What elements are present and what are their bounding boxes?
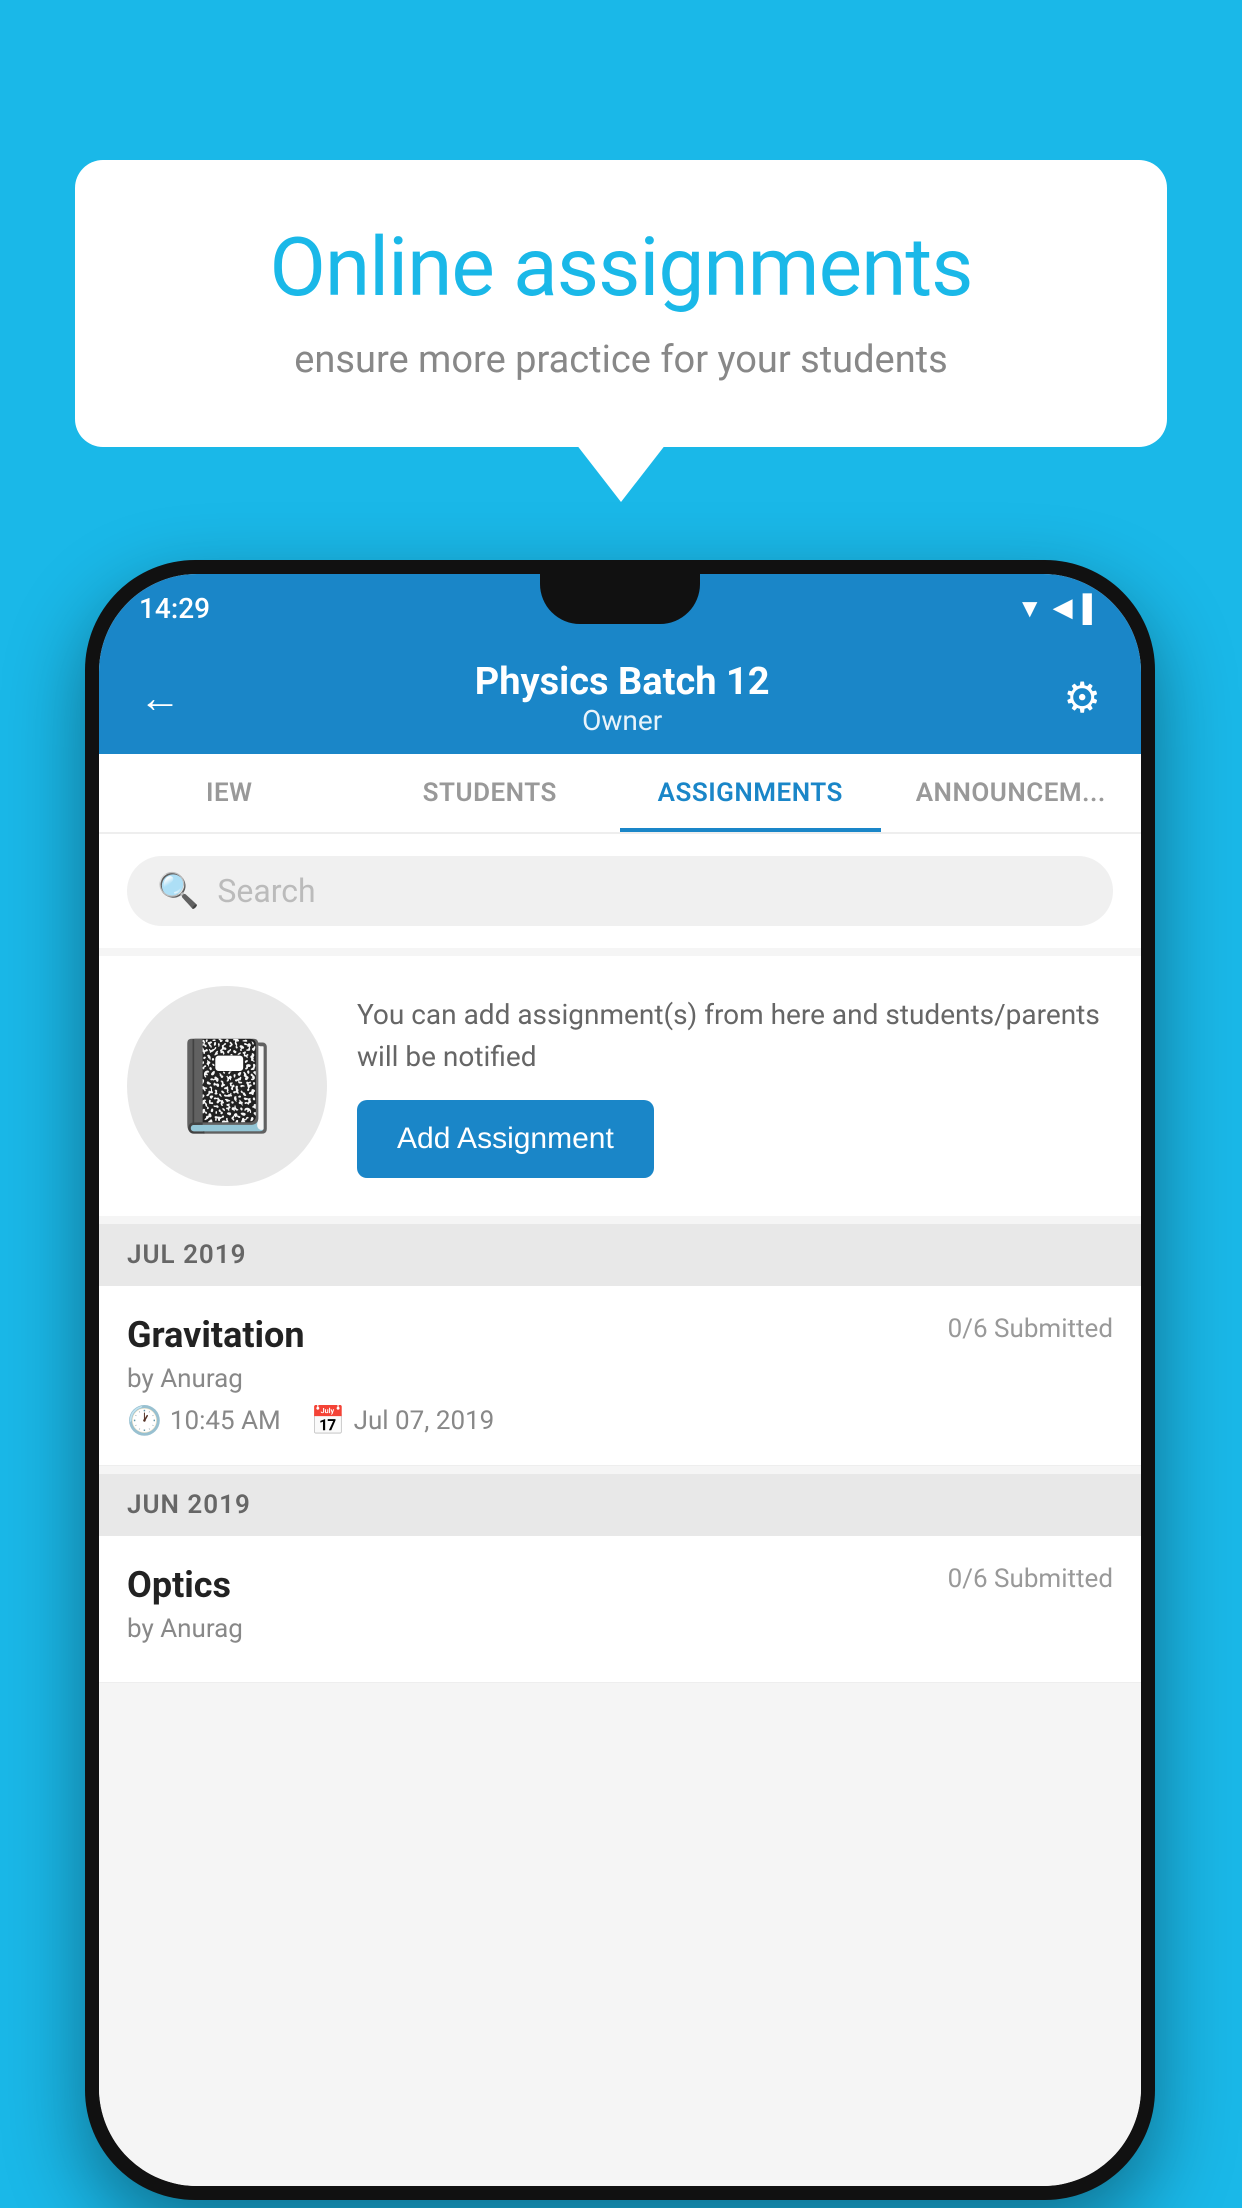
calendar-icon: 📅: [311, 1404, 346, 1437]
search-icon: 🔍: [157, 871, 199, 911]
battery-icon: ▌: [1083, 593, 1101, 624]
status-bar: 14:29 ▼ ◀ ▌: [99, 574, 1141, 642]
assignment-item-optics[interactable]: Optics 0/6 Submitted by Anurag: [99, 1536, 1141, 1683]
assignment-name-optics: Optics: [127, 1564, 231, 1606]
assignment-time: 10:45 AM: [170, 1406, 281, 1436]
promo-text: You can add assignment(s) from here and …: [357, 994, 1113, 1078]
back-button[interactable]: ←: [139, 674, 181, 723]
phone-screen: 14:29 ▼ ◀ ▌ ← Physics Batch 12 Owner ⚙: [99, 574, 1141, 2186]
assignment-details: 🕐 10:45 AM 📅 Jul 07, 2019: [127, 1404, 1113, 1437]
assignment-row-top: Gravitation 0/6 Submitted: [127, 1314, 1113, 1356]
speech-bubble-container: Online assignments ensure more practice …: [75, 160, 1167, 447]
header-center: Physics Batch 12 Owner: [475, 660, 770, 737]
section-header-jun: JUN 2019: [99, 1474, 1141, 1536]
time-detail: 🕐 10:45 AM: [127, 1404, 281, 1437]
notch: [540, 574, 700, 624]
tabs-container: IEW STUDENTS ASSIGNMENTS ANNOUNCEM...: [99, 754, 1141, 834]
settings-icon[interactable]: ⚙: [1063, 673, 1101, 723]
search-bar[interactable]: 🔍 Search: [127, 856, 1113, 926]
search-container: 🔍 Search: [99, 834, 1141, 948]
tab-announcements[interactable]: ANNOUNCEM...: [881, 754, 1142, 832]
header-subtitle: Owner: [475, 704, 770, 737]
assignment-row-top-optics: Optics 0/6 Submitted: [127, 1564, 1113, 1606]
header-title: Physics Batch 12: [475, 660, 770, 704]
app-header: ← Physics Batch 12 Owner ⚙: [99, 642, 1141, 754]
assignment-meta: by Anurag: [127, 1364, 1113, 1394]
promo-right: You can add assignment(s) from here and …: [357, 994, 1113, 1178]
promo-section: 📓 You can add assignment(s) from here an…: [99, 956, 1141, 1216]
tab-students[interactable]: STUDENTS: [360, 754, 621, 832]
assignment-meta-optics: by Anurag: [127, 1614, 1113, 1644]
tab-iew[interactable]: IEW: [99, 754, 360, 832]
bubble-subtitle: ensure more practice for your students: [145, 338, 1097, 382]
assignment-item-gravitation[interactable]: Gravitation 0/6 Submitted by Anurag 🕐 10…: [99, 1286, 1141, 1466]
date-detail: 📅 Jul 07, 2019: [311, 1404, 495, 1437]
phone-wrapper: 14:29 ▼ ◀ ▌ ← Physics Batch 12 Owner ⚙: [85, 560, 1155, 2200]
submitted-badge: 0/6 Submitted: [948, 1314, 1113, 1344]
wifi-icon: ▼: [1017, 593, 1043, 624]
clock-icon: 🕐: [127, 1404, 162, 1437]
status-icons: ▼ ◀ ▌: [1017, 593, 1101, 624]
status-time: 14:29: [139, 592, 210, 625]
assignment-name: Gravitation: [127, 1314, 305, 1356]
promo-icon-circle: 📓: [127, 986, 327, 1186]
phone-outer: 14:29 ▼ ◀ ▌ ← Physics Batch 12 Owner ⚙: [85, 560, 1155, 2200]
content-area: 🔍 Search 📓 You can add assignment(s) fro…: [99, 834, 1141, 2186]
submitted-badge-optics: 0/6 Submitted: [948, 1564, 1113, 1594]
add-assignment-button[interactable]: Add Assignment: [357, 1100, 654, 1178]
tab-assignments[interactable]: ASSIGNMENTS: [620, 754, 881, 832]
section-header-jul: JUL 2019: [99, 1224, 1141, 1286]
search-placeholder: Search: [217, 872, 315, 910]
assignment-date: Jul 07, 2019: [354, 1406, 495, 1436]
bubble-title: Online assignments: [145, 220, 1097, 316]
notebook-icon: 📓: [171, 1034, 283, 1139]
speech-bubble: Online assignments ensure more practice …: [75, 160, 1167, 447]
signal-icon: ◀: [1053, 593, 1073, 623]
